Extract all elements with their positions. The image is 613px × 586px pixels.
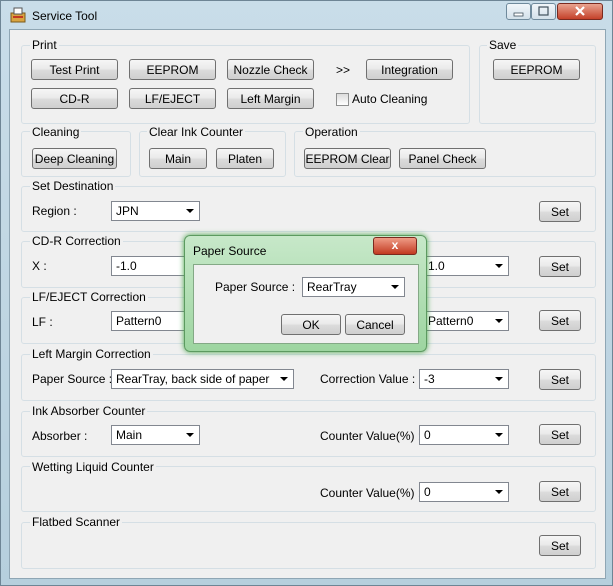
absorber-select[interactable]: Main xyxy=(111,425,200,445)
minimize-icon xyxy=(513,12,524,17)
dialog-paper-source-label: Paper Source : xyxy=(215,280,296,294)
cd-r-button[interactable]: CD-R xyxy=(31,88,118,109)
eject-select[interactable]: Pattern0 xyxy=(423,311,509,331)
save-eeprom-button[interactable]: EEPROM xyxy=(493,59,580,80)
correction-value-label: Correction Value : xyxy=(320,372,416,386)
wetting-set-button[interactable]: Set xyxy=(539,481,581,502)
absorber-value: Main xyxy=(116,428,143,442)
cdr-y-value: 1.0 xyxy=(428,259,445,273)
deep-cleaning-button[interactable]: Deep Cleaning xyxy=(32,148,117,169)
chevron-down-icon xyxy=(493,312,505,330)
nozzle-check-button[interactable]: Nozzle Check xyxy=(227,59,314,80)
more-arrow: >> xyxy=(336,63,351,77)
cleaning-group-label: Cleaning xyxy=(30,125,82,139)
wetting-counter-select[interactable]: 0 xyxy=(419,482,509,502)
maximize-button[interactable] xyxy=(531,3,556,20)
chevron-down-icon xyxy=(493,426,505,444)
save-group xyxy=(479,45,596,124)
ink-absorber-label: Ink Absorber Counter xyxy=(30,404,148,418)
cdr-x-value: -1.0 xyxy=(116,259,137,273)
clear-main-button[interactable]: Main xyxy=(149,148,207,169)
absorber-set-button[interactable]: Set xyxy=(539,424,581,445)
clear-platen-button[interactable]: Platen xyxy=(216,148,274,169)
print-group-label: Print xyxy=(30,38,59,52)
correction-value-select[interactable]: -3 xyxy=(419,369,509,389)
dialog-title: Paper Source xyxy=(193,244,267,258)
close-button[interactable] xyxy=(557,3,603,20)
destination-set-button[interactable]: Set xyxy=(539,201,581,222)
cdr-set-button[interactable]: Set xyxy=(539,256,581,277)
test-print-button[interactable]: Test Print xyxy=(31,59,118,80)
auto-cleaning-label: Auto Cleaning xyxy=(352,92,428,106)
lf-label: LF : xyxy=(32,315,53,329)
dialog-cancel-button[interactable]: Cancel xyxy=(345,314,405,335)
lfeject-set-button[interactable]: Set xyxy=(539,310,581,331)
chevron-down-icon xyxy=(184,202,196,220)
window-title: Service Tool xyxy=(32,9,98,23)
app-icon xyxy=(10,7,26,23)
title-bar: Service Tool xyxy=(1,1,612,29)
absorber-label: Absorber : xyxy=(32,429,88,443)
dialog-paper-source-select[interactable]: RearTray xyxy=(302,277,405,297)
maximize-icon xyxy=(538,6,549,16)
paper-source-label: Paper Source : xyxy=(32,372,113,386)
eject-value: Pattern0 xyxy=(428,314,474,328)
flatbed-scanner-group xyxy=(21,522,596,569)
close-icon xyxy=(575,6,585,16)
left-margin-button[interactable]: Left Margin xyxy=(227,88,314,109)
save-group-label: Save xyxy=(487,38,519,52)
wetting-counter-value: 0 xyxy=(424,485,431,499)
chevron-down-icon xyxy=(493,257,505,275)
lfeject-correction-label: LF/EJECT Correction xyxy=(30,290,148,304)
eeprom-clear-button[interactable]: EEPROM Clear xyxy=(304,148,391,169)
print-group xyxy=(21,45,470,124)
lf-value: Pattern0 xyxy=(116,314,162,328)
flatbed-scanner-label: Flatbed Scanner xyxy=(30,515,123,529)
paper-source-select[interactable]: RearTray, back side of paper xyxy=(111,369,294,389)
cdr-correction-label: CD-R Correction xyxy=(30,234,123,248)
close-icon: x xyxy=(391,238,399,252)
flatbed-set-button[interactable]: Set xyxy=(539,535,581,556)
paper-source-dialog: Paper Source x Paper Source : RearTray O… xyxy=(184,235,427,352)
lf-eject-button[interactable]: LF/EJECT xyxy=(129,88,216,109)
chevron-down-icon xyxy=(184,426,196,444)
clear-ink-counter-label: Clear Ink Counter xyxy=(147,125,246,139)
minimize-button[interactable] xyxy=(506,3,531,20)
chevron-down-icon xyxy=(493,370,505,388)
auto-cleaning-checkbox[interactable] xyxy=(336,93,349,106)
dialog-close-button[interactable]: x xyxy=(373,237,417,255)
correction-value: -3 xyxy=(424,372,435,386)
operation-group-label: Operation xyxy=(303,125,360,139)
chevron-down-icon xyxy=(278,370,290,388)
dialog-paper-source-value: RearTray xyxy=(307,280,357,294)
chevron-down-icon xyxy=(493,483,505,501)
absorber-counter-value: 0 xyxy=(424,428,431,442)
panel-check-button[interactable]: Panel Check xyxy=(399,148,486,169)
region-select[interactable]: JPN xyxy=(111,201,200,221)
cdr-x-label: X : xyxy=(32,259,47,273)
wetting-liquid-label: Wetting Liquid Counter xyxy=(30,460,156,474)
dialog-ok-button[interactable]: OK xyxy=(281,314,341,335)
region-select-value: JPN xyxy=(116,204,139,218)
paper-source-value: RearTray, back side of paper xyxy=(116,372,270,386)
left-margin-correction-label: Left Margin Correction xyxy=(30,347,153,361)
dialog-body: Paper Source : RearTray OK Cancel xyxy=(193,264,419,344)
absorber-counter-label: Counter Value(%) : xyxy=(320,429,422,443)
region-label: Region : xyxy=(32,204,77,218)
wetting-counter-label: Counter Value(%) : xyxy=(320,486,422,500)
left-margin-set-button[interactable]: Set xyxy=(539,369,581,390)
chevron-down-icon xyxy=(389,278,401,296)
integration-button[interactable]: Integration xyxy=(366,59,453,80)
cdr-y-select[interactable]: 1.0 xyxy=(423,256,509,276)
absorber-counter-select[interactable]: 0 xyxy=(419,425,509,445)
set-destination-label: Set Destination xyxy=(30,179,116,193)
print-eeprom-button[interactable]: EEPROM xyxy=(129,59,216,80)
